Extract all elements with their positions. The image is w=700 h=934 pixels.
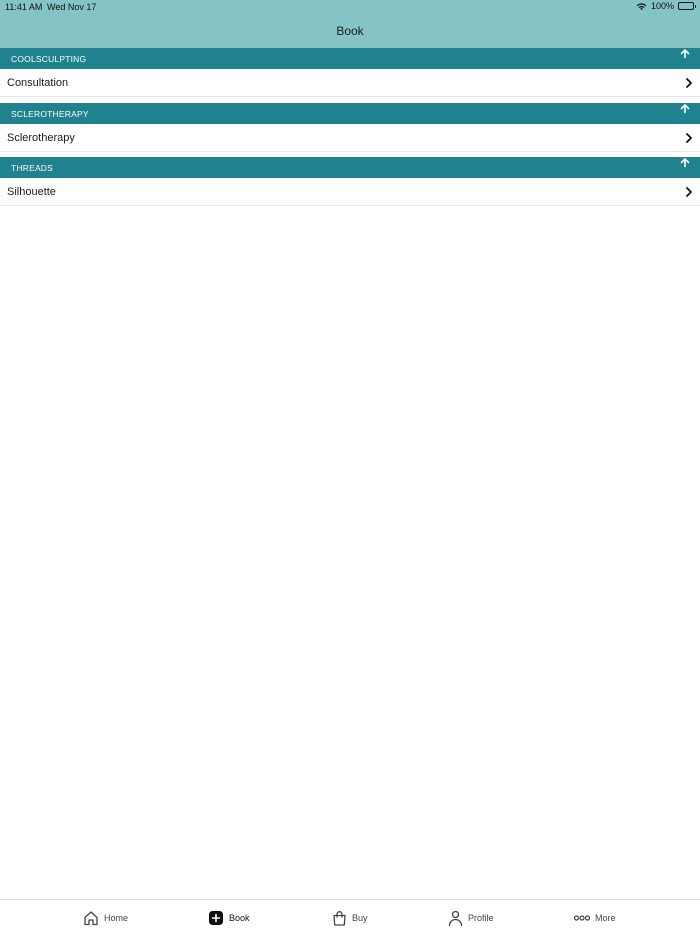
- top-bar: 11:41 AM Wed Nov 17 100% Book: [0, 0, 700, 48]
- list-item-label: Silhouette: [7, 186, 56, 198]
- list-item-sclerotherapy[interactable]: Sclerotherapy: [0, 124, 700, 152]
- tab-home-label: Home: [104, 913, 129, 923]
- tab-profile-label: Profile: [468, 913, 494, 923]
- status-date: Wed Nov 17: [47, 2, 97, 12]
- chevron-right-icon: [686, 133, 692, 143]
- chevron-right-icon: [686, 187, 692, 197]
- section-header-label: SCLEROTHERAPY: [11, 109, 89, 119]
- wifi-icon: [636, 2, 647, 11]
- plus-square-icon: [209, 911, 223, 925]
- arrow-up-icon[interactable]: [680, 49, 690, 59]
- section-header-sclerotherapy[interactable]: SCLEROTHERAPY: [0, 103, 700, 124]
- tab-book-label: Book: [229, 913, 250, 923]
- list-item-label: Sclerotherapy: [7, 132, 75, 144]
- tab-buy[interactable]: Buy: [332, 909, 368, 927]
- tab-buy-label: Buy: [352, 913, 368, 923]
- battery-icon: [678, 2, 696, 10]
- section-header-threads[interactable]: THREADS: [0, 157, 700, 178]
- tab-more[interactable]: More: [574, 909, 616, 927]
- list-item-consultation[interactable]: Consultation: [0, 69, 700, 97]
- status-bar: 11:41 AM Wed Nov 17 100%: [0, 0, 700, 14]
- chevron-right-icon: [686, 78, 692, 88]
- arrow-up-icon[interactable]: [680, 104, 690, 114]
- section-header-label: THREADS: [11, 163, 54, 173]
- status-right: 100%: [636, 1, 696, 11]
- battery-percent: 100%: [650, 1, 674, 11]
- status-time: 11:41 AM: [5, 2, 43, 12]
- section-header-label: COOLSCULPTING: [11, 54, 87, 64]
- list-item-silhouette[interactable]: Silhouette: [0, 178, 700, 206]
- tab-bar: Home Book Buy Profile More: [0, 899, 700, 934]
- page-title: Book: [336, 24, 364, 38]
- arrow-up-icon[interactable]: [680, 158, 690, 168]
- list-item-label: Consultation: [7, 77, 69, 89]
- tab-book[interactable]: Book: [208, 909, 250, 927]
- tab-profile[interactable]: Profile: [448, 909, 494, 927]
- app-screen: 11:41 AM Wed Nov 17 100% Book COOLSCULPT…: [0, 0, 700, 934]
- tab-home[interactable]: Home: [83, 909, 128, 927]
- shopping-bag-icon: [333, 911, 346, 926]
- person-icon: [448, 910, 463, 926]
- tab-more-label: More: [595, 913, 616, 923]
- more-dots-icon: [574, 915, 590, 921]
- section-header-coolsculpting[interactable]: COOLSCULPTING: [0, 48, 700, 69]
- home-icon: [84, 911, 98, 926]
